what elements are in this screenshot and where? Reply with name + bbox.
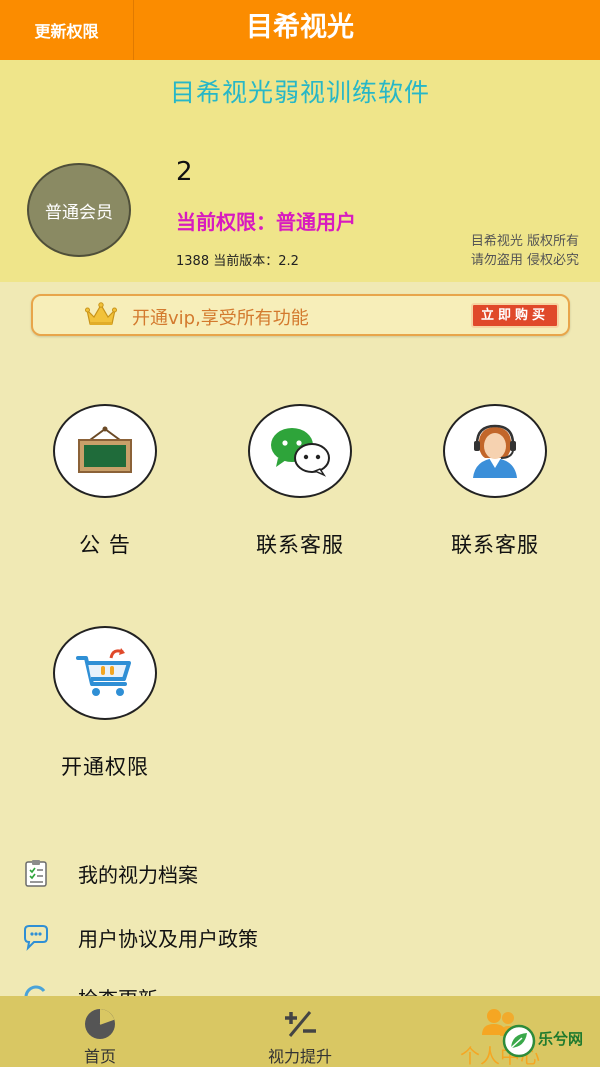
app-subtitle: 目希视光弱视训练软件 — [169, 78, 430, 107]
chalkboard-icon — [78, 426, 132, 473]
menu-item-check-update[interactable]: 检查更新 — [0, 970, 600, 996]
menu-item-label: 用户协议及用户政策 — [78, 927, 258, 951]
plus-minus-icon — [285, 1011, 316, 1037]
open-permission-item[interactable]: 开通权限 — [25, 626, 185, 781]
copyright-line-1: 目希视光 版权所有 — [470, 234, 579, 249]
customer-service-icon-circle — [443, 404, 547, 498]
tab-home[interactable]: 首页 — [0, 996, 200, 1067]
leaf-logo-icon — [502, 1024, 536, 1058]
vip-promo-text: 开通vip,享受所有功能 — [132, 308, 309, 329]
shopping-cart-icon-circle — [53, 626, 157, 720]
tab-label: 首页 — [83, 1047, 116, 1066]
refresh-icon — [24, 985, 46, 996]
site-watermark: 乐兮网 — [500, 1022, 595, 1062]
tab-label: 视力提升 — [267, 1047, 332, 1066]
open-permission-label: 开通权限 — [61, 755, 149, 779]
menu-item-vision-records[interactable]: 我的视力档案 — [0, 846, 600, 900]
announcement-label: 公 告 — [79, 533, 131, 557]
contact-service-label-1: 联系客服 — [256, 533, 344, 557]
version-info: 1388 当前版本：2.2 — [176, 254, 299, 269]
clipboard-icon — [25, 860, 47, 887]
tab-vision-improve[interactable]: 视力提升 — [200, 996, 400, 1067]
avatar[interactable]: 普通会员 — [27, 163, 131, 257]
vip-banner[interactable]: 开通vip,享受所有功能 立即购买 — [31, 294, 570, 336]
announcement-icon-circle — [53, 404, 157, 498]
chat-bubble-icon — [24, 925, 48, 951]
user-name: 2 — [176, 157, 193, 187]
membership-label: 普通会员 — [45, 202, 113, 223]
watermark-text: 乐兮网 — [538, 1030, 584, 1048]
contact-service-label-2: 联系客服 — [451, 533, 539, 557]
pie-chart-icon — [85, 1009, 115, 1039]
menu-item-label: 检查更新 — [78, 983, 158, 996]
crown-icon — [85, 302, 117, 325]
buy-now-button[interactable]: 立即购买 — [471, 303, 559, 328]
update-permission-button[interactable]: 更新权限 — [0, 0, 134, 60]
copyright-notice: 目希视光 版权所有 请勿盗用 侵权必究 — [471, 232, 579, 270]
current-permission: 当前权限：普通用户 — [176, 210, 356, 234]
profile-header: 目希视光弱视训练软件 普通会员 2 当前权限：普通用户 1388 当前版本：2.… — [0, 60, 600, 282]
wechat-icon — [271, 428, 330, 477]
shopping-cart-icon — [76, 648, 131, 696]
menu-item-user-agreement[interactable]: 用户协议及用户政策 — [0, 910, 600, 964]
menu-item-label: 我的视力档案 — [78, 863, 198, 887]
wechat-icon-circle — [248, 404, 352, 498]
copyright-line-2: 请勿盗用 侵权必究 — [470, 253, 579, 268]
contact-service-phone-item[interactable]: 联系客服 — [415, 404, 575, 559]
contact-service-wechat-item[interactable]: 联系客服 — [220, 404, 380, 559]
top-bar: 更新权限 目希视光 — [0, 0, 600, 60]
announcement-item[interactable]: 公 告 — [25, 404, 185, 559]
customer-service-icon — [473, 424, 517, 478]
